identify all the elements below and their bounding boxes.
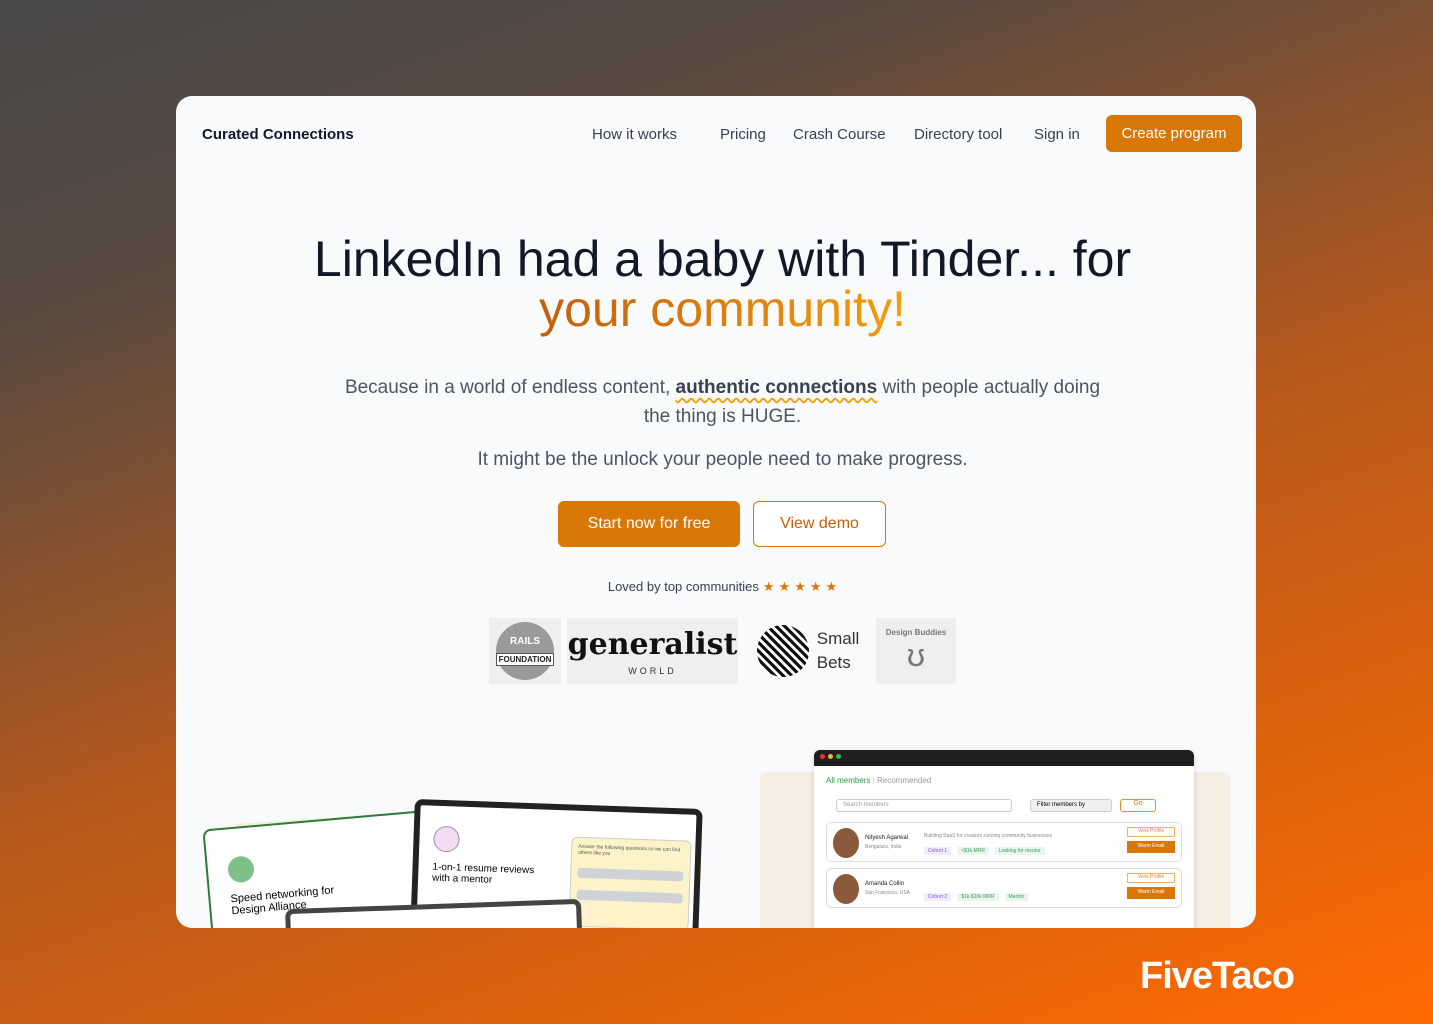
small-text: Small	[816, 629, 860, 648]
loved-text: Loved by top communities	[607, 579, 759, 594]
foundation-text: FOUNDATION	[495, 653, 555, 666]
design-buddies-text: Design Buddies	[885, 628, 947, 637]
community-icon	[226, 855, 256, 884]
member-row[interactable]: Nityesh Agarwal Bengaluru, India Buildin…	[826, 822, 1182, 862]
member-row[interactable]: Amanda Collin San Francisco, USA Cohort …	[826, 868, 1182, 908]
sub-highlight: authentic connections	[675, 377, 878, 398]
member-bio: Building SaaS for creators running commu…	[924, 833, 1053, 839]
tab-recommended[interactable]: Recommended	[877, 776, 931, 785]
fivetaco-watermark: FiveTaco	[1140, 955, 1295, 997]
go-button[interactable]: Go	[1120, 799, 1156, 812]
member-location: San Francisco, USA	[865, 890, 911, 896]
sub-text: Because in a world of endless content,	[344, 377, 671, 398]
star-icon: ★	[778, 579, 791, 594]
view-demo-button[interactable]: View demo	[753, 501, 886, 547]
directory-window: All members | Recommended Search members…	[814, 750, 1194, 928]
landing-page: Curated Connections How it works Pricing…	[176, 96, 1256, 928]
generalist-world-logo: generalist WORLD	[567, 618, 738, 684]
hero-subtitle: Because in a world of endless content, a…	[336, 373, 1109, 431]
design-buddies-logo: Design Buddies ʊ	[876, 618, 956, 684]
nav-crash-course[interactable]: Crash Course	[793, 126, 886, 143]
star-icon: ★	[809, 579, 822, 594]
nav-sign-in[interactable]: Sign in	[1034, 126, 1080, 143]
member-tag: $1k-$10k MRR	[957, 893, 999, 901]
form-prompt: Answer the following questions so we can…	[577, 843, 681, 857]
hero-subtitle-2: It might be the unlock your people need …	[477, 449, 968, 470]
warm-email-button[interactable]: Warm Email	[1127, 841, 1175, 853]
card-title: 1-on-1 resume reviews with a mentor	[431, 861, 535, 886]
star-icon: ★	[794, 579, 806, 594]
hero-title: LinkedIn had a baby with Tinder... for yo…	[176, 234, 1256, 334]
generalist-text: generalist	[567, 626, 738, 662]
start-free-button[interactable]: Start now for free	[558, 501, 740, 547]
title-line1: LinkedIn had a baby with Tinder... for	[313, 231, 1132, 287]
avatar-placeholder	[433, 825, 460, 853]
title-highlight: your community!	[539, 281, 906, 337]
create-program-button[interactable]: Create program	[1106, 115, 1242, 152]
member-tag: Looking for mentor	[994, 847, 1045, 855]
filter-select[interactable]: Filter members by	[1030, 799, 1112, 812]
view-profile-button[interactable]: View Profile	[1127, 873, 1175, 883]
member-tag: <$1k MRR	[957, 847, 989, 855]
tab-all-members[interactable]: All members	[826, 776, 870, 785]
brand-logo[interactable]: Curated Connections	[202, 126, 354, 143]
nav-directory-tool[interactable]: Directory tool	[914, 126, 1002, 143]
world-text: WORLD	[628, 665, 677, 676]
small-bets-icon	[756, 625, 809, 677]
nav-how-it-works[interactable]: How it works	[592, 126, 677, 143]
bets-text: Bets	[816, 653, 851, 672]
member-tag: Mentor	[1004, 893, 1029, 901]
warm-email-button[interactable]: Warm Email	[1127, 887, 1175, 899]
bunny-icon: ʊ	[906, 637, 926, 673]
star-icon: ★	[762, 579, 775, 594]
rails-text: RAILS	[510, 636, 540, 647]
member-name: Nityesh Agarwal	[865, 835, 909, 841]
member-avatar	[833, 874, 859, 904]
question-form: Answer the following questions so we can…	[568, 836, 692, 928]
window-titlebar	[814, 750, 1194, 766]
member-avatar	[833, 828, 859, 858]
member-tag: Cohort 1	[924, 847, 952, 855]
nav-pricing[interactable]: Pricing	[720, 126, 766, 143]
rails-foundation-logo: RAILS FOUNDATION	[489, 618, 561, 684]
member-location: Bengaluru, India	[865, 844, 902, 850]
search-members-input[interactable]: Search members	[836, 799, 1012, 812]
view-profile-button[interactable]: View Profile	[1127, 827, 1175, 837]
star-icon: ★	[825, 579, 838, 594]
member-name: Amanda Collin	[865, 881, 905, 887]
rating-stars: ★ ★ ★ ★ ★	[759, 579, 837, 594]
small-bets-logo: Small Bets	[748, 618, 868, 684]
member-tag: Cohort 2	[924, 893, 952, 901]
social-proof: Loved by top communities ★ ★ ★ ★ ★	[176, 579, 1256, 595]
